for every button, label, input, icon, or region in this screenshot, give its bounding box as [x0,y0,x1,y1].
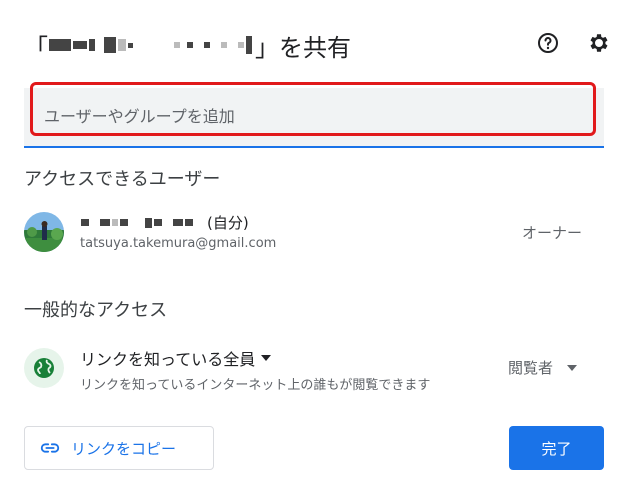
done-button[interactable]: 完了 [509,426,604,470]
redacted-file-name [48,36,253,54]
user-name: (自分) [80,212,249,233]
caret-down-icon [567,364,578,371]
general-access-dropdown[interactable]: リンクを知っている全員 [80,346,272,370]
owner-role-label: オーナー [522,224,583,242]
avatar [24,212,64,252]
highlight-box [30,82,596,136]
people-with-access-heading: アクセスできるユーザー [24,169,221,190]
user-email: tatsuya.takemura@gmail.com [80,236,277,251]
dialog-title: 「 」を共有 [24,20,351,70]
globe-badge [24,348,64,388]
general-access-heading: 一般的なアクセス [24,300,168,321]
title-open-bracket: 「 [24,33,48,62]
done-label: 完了 [541,439,572,458]
access-role-label: 閲覧者 [508,359,554,377]
general-access-type-label: リンクを知っている全員 [80,350,256,369]
self-indicator: (自分) [207,214,249,232]
redacted-user-name [80,217,203,228]
copy-link-button[interactable]: リンクをコピー [24,426,214,470]
help-button[interactable] [532,27,564,59]
settings-button[interactable] [582,27,614,59]
title-suffix: 」を共有 [255,33,351,62]
access-role-dropdown[interactable]: 閲覧者 [508,357,578,378]
general-access-description: リンクを知っているインターネット上の誰もが閲覧できます [80,378,431,393]
gear-icon [590,34,608,52]
globe-icon [34,358,54,378]
caret-down-icon [261,355,272,361]
help-circle-icon [538,33,558,53]
add-people-field[interactable] [24,82,604,148]
copy-link-label: リンクをコピー [71,439,177,458]
link-icon [40,443,60,453]
